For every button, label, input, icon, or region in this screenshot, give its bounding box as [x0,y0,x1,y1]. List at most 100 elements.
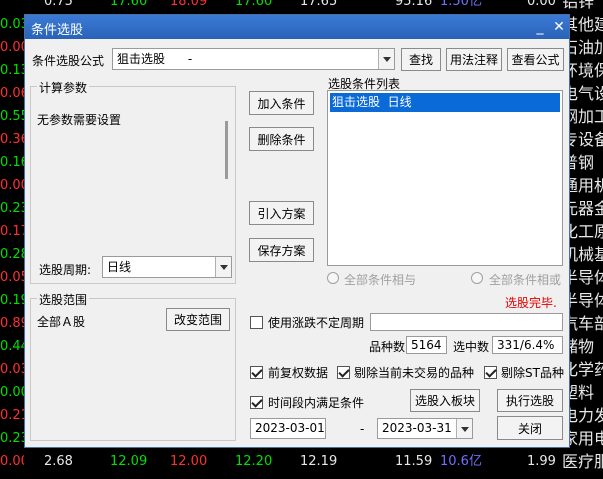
range-group: 选股范围 全部Ａ股 改变范围 [30,291,236,441]
save-plan-button[interactable]: 保存方案 [249,238,314,262]
stock-row-change: 0.03 [0,17,24,32]
stock-row-cell: 12.19 [300,454,338,469]
stock-row-cell: 12.00 [170,454,208,469]
range-value: 全部Ａ股 [37,315,86,329]
close-icon[interactable]: ✕ [550,18,568,36]
time-range-label: 时间段内满足条件 [268,396,365,410]
time-range-checkbox[interactable] [250,396,263,409]
start-date-picker[interactable]: 2023-03-01 [250,418,326,439]
stock-row-cell: 17.60 [235,0,273,9]
exclude-st-label: 剔除ST品种 [501,366,564,380]
stock-row-change: 0.03 [0,362,24,377]
stock-row-cell: 17.60 [110,0,148,9]
stock-row-change: 0.28 [0,247,24,262]
stock-row-change [0,0,24,13]
stock-row-cell: 10.6亿 [440,454,482,469]
end-date-picker[interactable]: 2023-03-31 [377,418,473,439]
params-group-title: 计算参数 [37,79,90,96]
add-to-block-button[interactable]: 选股入板块 [410,389,480,412]
radio-all-or-label: 全部条件相或 [489,273,561,287]
condition-stock-dialog: 条件选股 _ ✕ 条件选股公式 狙击选股 - 查找 用法注释 查看公式 计算参数… [24,14,570,448]
minimize-icon[interactable]: _ [531,18,549,36]
stock-row-cell: 12.09 [110,454,148,469]
formula-value: 狙击选股 - [117,52,193,66]
stock-row-change: 0.00 [0,40,24,55]
find-button[interactable]: 查找 [401,48,441,71]
stock-row-industry: 医疗服 [562,452,603,471]
import-plan-button[interactable]: 引入方案 [249,201,314,225]
stock-row-industry: 铝锌 [562,0,595,11]
start-date-value: 2023-03-01 [255,421,325,435]
formula-select[interactable]: 狙击选股 - [112,48,395,70]
usage-notes-button[interactable]: 用法注释 [446,48,502,71]
params-group: 计算参数 无参数需要设置 选股周期: 日线 [30,79,236,284]
formula-label: 条件选股公式 [32,54,105,68]
stock-row-cell: 0.00 [527,0,556,9]
stock-row-change: 0.89 [0,316,24,331]
stock-row-change: 0.23 [0,201,24,216]
stock-row-change: 0.44 [0,339,24,354]
status-text: 选股完毕. [505,296,557,310]
execute-button[interactable]: 执行选股 [497,389,563,412]
uncertain-period-label: 使用涨跌不定周期 [268,316,365,330]
uncertain-period-input[interactable] [370,313,563,331]
stock-row-change: 0.06 [0,86,24,101]
stock-row-cell: 11.59 [395,454,433,469]
stock-row-change: 0.16 [0,155,24,170]
stock-row-cell: 2.68 [44,454,73,469]
end-date-value: 2023-03-31 [382,421,452,435]
stock-row-change: 0.23 [0,431,24,446]
selected-count-value: 331/6.4% [492,336,563,354]
delete-condition-button[interactable]: 删除条件 [249,127,314,151]
stock-row-change: 0.21 [0,408,24,423]
stock-table-row[interactable]: 0.00 2.68 12.09 12.00 12.20 12.19 11.59 10.6亿 1.… [0,450,603,473]
stock-row-cell: 95.16 [395,0,433,9]
params-text: 无参数需要设置 [37,113,122,127]
title-bar[interactable]: 条件选股 _ ✕ [25,15,569,39]
change-range-button[interactable]: 改变范围 [166,308,230,331]
chevron-down-icon[interactable] [215,257,231,277]
view-formula-button[interactable]: 查看公式 [507,48,564,71]
stock-row-cell: 18.09 [170,0,208,9]
params-scrollbar[interactable] [225,121,228,179]
period-label: 选股周期: [39,263,92,277]
stock-row-change: 0.00 [0,178,24,193]
radio-all-and-label: 全部条件相与 [344,273,417,287]
condition-list[interactable]: 狙击选股 日线 [327,90,563,266]
stock-row-change: 0.19 [0,293,24,308]
stock-row-cell: 12.20 [235,454,273,469]
date-separator: - [360,422,365,436]
condition-list-item[interactable]: 狙击选股 日线 [330,93,560,112]
period-select[interactable]: 日线 [102,256,232,278]
chevron-down-icon[interactable] [378,49,394,69]
close-button[interactable]: 关闭 [497,416,563,440]
stock-count-value: 5164 [406,336,447,354]
range-group-title: 选股范围 [37,291,90,308]
stock-row-change: 0.05 [0,270,24,285]
pre-adjust-checkbox[interactable] [250,366,263,379]
exclude-st-checkbox[interactable] [484,366,497,379]
stock-row-change: 0.00 [0,454,24,469]
exclude-untraded-checkbox[interactable] [337,366,350,379]
exclude-untraded-label: 剔除当前未交易的品种 [354,366,475,380]
stock-row-cell: 1.50亿 [440,0,482,9]
stock-row-change: 0.00 [0,385,24,400]
radio-all-or[interactable] [471,272,483,284]
period-value: 日线 [107,260,132,274]
stock-row-cell: 1.99 [527,454,556,469]
stock-row-cell: 0.75 [44,0,73,9]
radio-all-and[interactable] [327,272,339,284]
stock-count-label: 品种数 [369,340,406,354]
chevron-down-icon[interactable] [456,419,472,438]
dialog-title: 条件选股 [31,23,84,38]
pre-adjust-label: 前复权数据 [268,366,329,380]
stock-row-change: 0.55 [0,109,24,124]
stock-row-change: 0.13 [0,63,24,78]
selected-count-label: 选中数 [453,340,490,354]
stock-row-change: 0.36 [0,132,24,147]
stock-row-change: 0.17 [0,224,24,239]
stock-table-row[interactable]: 0.75 17.60 18.09 17.60 17.65 95.16 1.50亿 0.00 铝锌 [0,0,603,13]
uncertain-period-checkbox[interactable] [250,316,263,329]
add-condition-button[interactable]: 加入条件 [249,91,314,115]
stock-row-cell: 17.65 [300,0,338,9]
